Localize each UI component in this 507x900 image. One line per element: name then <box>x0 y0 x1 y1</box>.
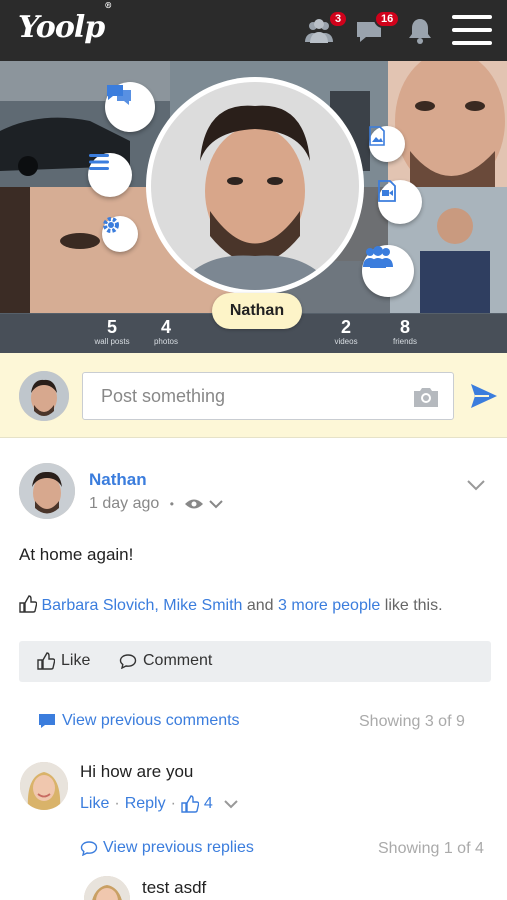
post-author-avatar[interactable] <box>19 463 75 519</box>
group-icon <box>363 246 393 268</box>
view-previous-replies-link[interactable]: View previous replies <box>80 839 254 857</box>
replies-count: Showing 1 of 4 <box>378 840 484 857</box>
chat-bubble-icon <box>107 85 131 105</box>
chevron-down-icon[interactable] <box>209 499 223 509</box>
list-icon <box>89 154 109 170</box>
reply-body: test asdf <box>142 878 207 897</box>
hamburger-menu-icon[interactable] <box>452 15 492 47</box>
like-button[interactable]: Like <box>37 652 90 670</box>
camera-icon[interactable] <box>411 385 441 409</box>
thumbs-up-icon <box>19 595 38 613</box>
video-icon <box>378 180 396 202</box>
send-icon[interactable] <box>470 383 498 409</box>
post-likes-summary: Barbara Slovich, Mike Smith and 3 more p… <box>19 595 443 615</box>
comment-like-link[interactable]: Like <box>80 795 109 813</box>
comment-body: Hi how are you <box>80 762 194 781</box>
videos-button[interactable] <box>378 180 422 224</box>
comment-icon <box>80 841 98 856</box>
friend-requests-badge: 3 <box>328 10 349 28</box>
reply-author-avatar[interactable] <box>84 876 130 900</box>
chevron-down-icon[interactable] <box>224 799 238 809</box>
post-action-bar: Like Comment <box>19 641 491 682</box>
commenter-avatar[interactable] <box>20 762 68 810</box>
comment-button[interactable]: Comment <box>119 652 212 670</box>
avatar[interactable] <box>19 371 69 421</box>
post-input[interactable]: Post something <box>82 372 454 420</box>
thumbs-up-icon <box>37 652 55 670</box>
stat-photos[interactable]: 4 photos <box>131 318 201 348</box>
bell-icon <box>409 19 431 44</box>
comment-actions: Like · Reply · 4 <box>80 795 238 813</box>
image-icon <box>369 126 385 146</box>
friend-requests-button[interactable]: 3 <box>302 10 349 48</box>
photos-button[interactable] <box>369 126 405 162</box>
likers-link[interactable]: Barbara Slovich, Mike Smith <box>41 597 242 614</box>
top-bar: Yoolp® 3 16 <box>0 0 507 61</box>
comment-reply-link[interactable]: Reply <box>125 795 166 813</box>
comments-count: Showing 3 of 9 <box>359 713 465 730</box>
thumbs-up-icon[interactable] <box>181 795 199 813</box>
profile-name: Nathan <box>212 293 302 329</box>
comment-icon <box>39 714 55 728</box>
more-likers-link[interactable]: 3 more people <box>278 597 380 614</box>
post-author-name[interactable]: Nathan <box>89 470 147 490</box>
post-options-chevron-icon[interactable] <box>466 478 486 492</box>
list-button[interactable] <box>88 153 132 197</box>
friends-button[interactable] <box>362 245 414 297</box>
messages-badge: 16 <box>374 10 401 28</box>
post-body: At home again! <box>19 545 134 564</box>
messages-button[interactable]: 16 <box>354 10 401 48</box>
post-timestamp: 1 day ago • <box>89 495 223 513</box>
comment-icon <box>119 654 137 669</box>
comment-like-count: 4 <box>203 795 213 812</box>
post-composer: Post something <box>0 353 507 438</box>
view-previous-comments-link[interactable]: View previous comments <box>38 712 240 730</box>
chat-bubble-button[interactable] <box>105 82 155 132</box>
gear-icon <box>103 217 119 233</box>
stat-friends[interactable]: 8 friends <box>370 318 440 348</box>
notifications-button[interactable] <box>403 14 437 48</box>
settings-button[interactable] <box>102 216 138 252</box>
app-logo[interactable]: Yoolp® <box>18 0 112 45</box>
eye-icon[interactable] <box>184 498 204 510</box>
